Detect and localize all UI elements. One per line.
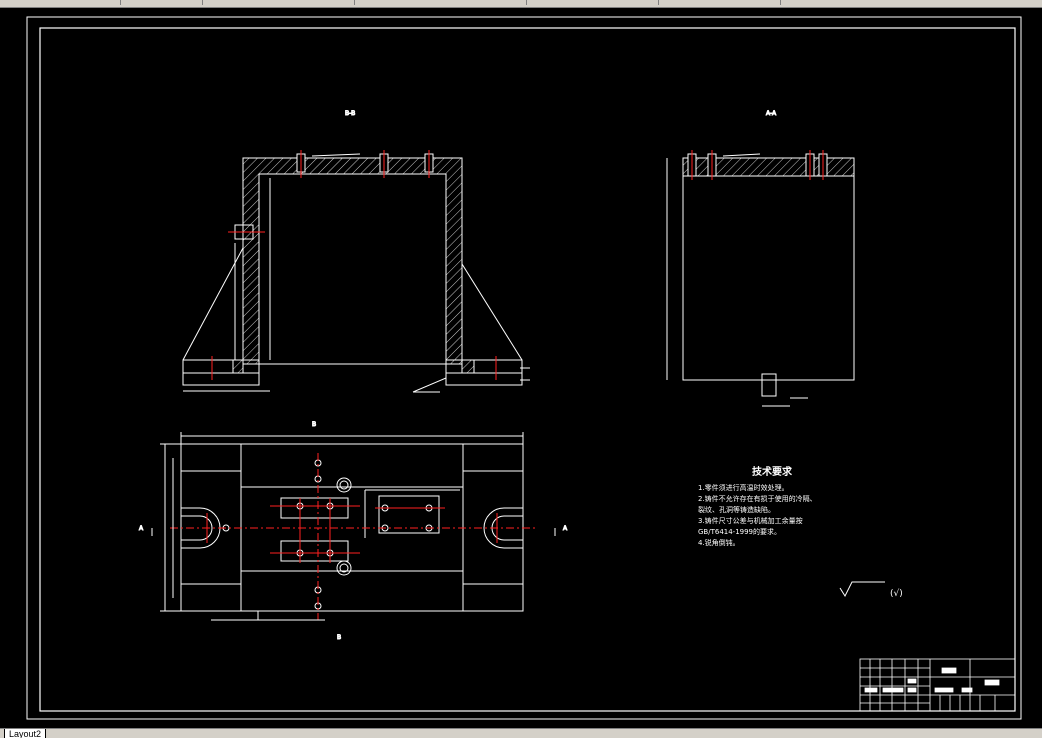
view-label-right: A-A [766, 110, 777, 117]
tech-req-line: 1.零件须进行高温时效处理。 [698, 483, 789, 492]
tech-req-line: 裂纹、孔洞等铸造缺陷。 [698, 505, 775, 514]
tech-req-line: 2.铸件不允许存在有损于使用的冷隔、 [698, 494, 817, 503]
toolbar-segment[interactable] [356, 0, 527, 5]
technical-requirements: 技术要求 1.零件须进行高温时效处理。 2.铸件不允许存在有损于使用的冷隔、 裂… [698, 465, 817, 547]
title-block [859, 658, 1016, 712]
toolbar-segment[interactable] [0, 0, 121, 5]
toolbar-segment[interactable] [204, 0, 355, 5]
roughness-note: (√) [890, 588, 903, 599]
sheet-inner-border [39, 27, 1016, 712]
section-mark-a-left: A [139, 525, 144, 532]
cad-drawing: B-B A-A B B A A 技术要求 1.零件须进行高温时效处理。 2.铸件… [26, 16, 1022, 720]
plan-view: B B A A [139, 421, 569, 642]
roughness-symbol: (√) [839, 581, 903, 599]
tech-req-line: 3.铸件尺寸公差与机械加工余量按 [698, 516, 803, 525]
tech-req-line: 4.锐角倒钝。 [698, 538, 740, 547]
toolbar-segment[interactable] [660, 0, 781, 5]
view-label-left: B-B [345, 110, 355, 117]
tech-req-line: GB/T6414-1999的要求。 [698, 527, 781, 536]
side-view: A-A [666, 110, 855, 407]
section-mark-b-top: B [312, 421, 316, 428]
drawing-canvas[interactable]: B-B A-A B B A A 技术要求 1.零件须进行高温时效处理。 2.铸件… [0, 8, 1042, 728]
front-section-view: B-B [182, 110, 530, 393]
toolbar-segment[interactable] [122, 0, 203, 5]
section-mark-a-right: A [563, 525, 568, 532]
toolbar-strip [0, 0, 1042, 8]
section-mark-b-bottom: B [337, 634, 341, 641]
toolbar-segment[interactable] [528, 0, 659, 5]
tech-req-title: 技术要求 [752, 465, 793, 478]
